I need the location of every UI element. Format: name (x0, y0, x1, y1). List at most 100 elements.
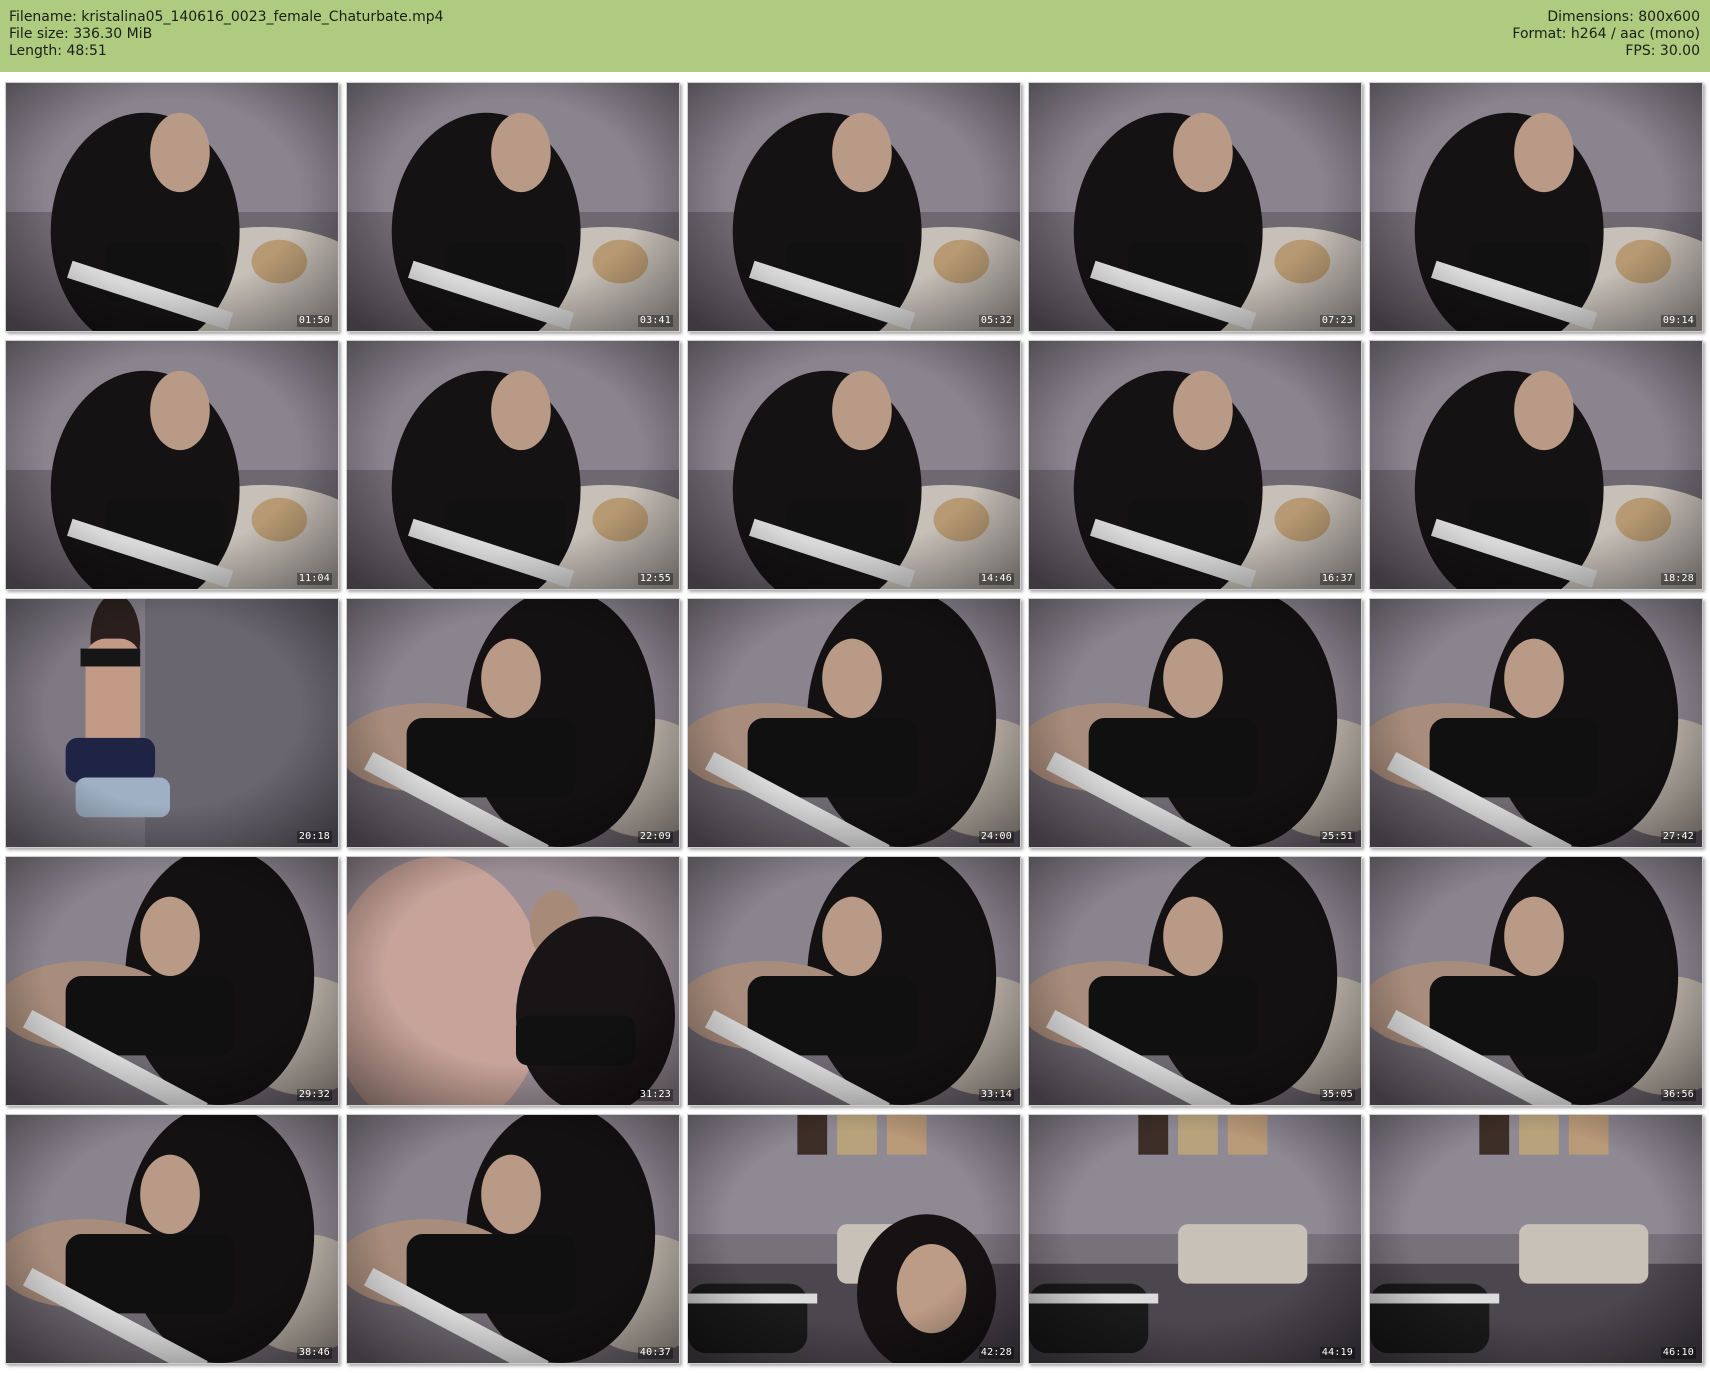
frame-art (1029, 1115, 1361, 1363)
timestamp-label: 16:37 (1319, 573, 1355, 585)
video-thumbnail: 22:09 (346, 598, 680, 848)
timestamp-label: 07:23 (1319, 315, 1355, 327)
video-thumbnail: 36:56 (1369, 856, 1703, 1106)
frame-art (347, 857, 679, 1105)
video-thumbnail: 35:05 (1028, 856, 1362, 1106)
thumbnail-frame (1370, 857, 1702, 1105)
frame-art (6, 1115, 338, 1363)
thumbnail-frame (688, 599, 1020, 847)
frame-art (6, 599, 338, 847)
thumbnail-frame (1370, 599, 1702, 847)
frame-art (1370, 83, 1702, 331)
timestamp-label: 22:09 (637, 831, 673, 843)
video-thumbnail: 24:00 (687, 598, 1021, 848)
video-thumbnail: 14:46 (687, 340, 1021, 590)
video-thumbnail: 18:28 (1369, 340, 1703, 590)
filename-text: Filename: kristalina05_140616_0023_femal… (9, 9, 444, 25)
video-thumbnail: 07:23 (1028, 82, 1362, 332)
thumbnail-frame (1029, 857, 1361, 1105)
timestamp-label: 03:41 (637, 315, 673, 327)
frame-art (1029, 341, 1361, 589)
length-text: Length: 48:51 (9, 43, 107, 59)
thumbnail-frame (347, 1115, 679, 1363)
timestamp-label: 42:28 (978, 1347, 1014, 1359)
frame-art (6, 341, 338, 589)
video-thumbnail: 40:37 (346, 1114, 680, 1364)
timestamp-label: 05:32 (978, 315, 1014, 327)
video-thumbnail: 16:37 (1028, 340, 1362, 590)
frame-art (1370, 341, 1702, 589)
timestamp-label: 44:19 (1319, 1347, 1355, 1359)
thumbnail-frame (347, 341, 679, 589)
thumbnail-frame (688, 83, 1020, 331)
video-thumbnail: 11:04 (5, 340, 339, 590)
file-info-left: Filename: kristalina05_140616_0023_femal… (9, 9, 444, 60)
timestamp-label: 31:23 (637, 1089, 673, 1101)
frame-art (6, 857, 338, 1105)
video-thumbnail: 01:50 (5, 82, 339, 332)
timestamp-label: 46:10 (1660, 1347, 1696, 1359)
frame-art (6, 83, 338, 331)
frame-art (347, 341, 679, 589)
video-thumbnail: 12:55 (346, 340, 680, 590)
timestamp-label: 18:28 (1660, 573, 1696, 585)
info-header: Filename: kristalina05_140616_0023_femal… (0, 0, 1710, 72)
thumbnail-frame (688, 1115, 1020, 1363)
thumbnail-frame (347, 599, 679, 847)
frame-art (688, 83, 1020, 331)
timestamp-label: 38:46 (296, 1347, 332, 1359)
frame-art (347, 83, 679, 331)
timestamp-label: 33:14 (978, 1089, 1014, 1101)
video-thumbnail: 29:32 (5, 856, 339, 1106)
video-thumbnail: 33:14 (687, 856, 1021, 1106)
video-thumbnail: 05:32 (687, 82, 1021, 332)
thumbnail-grid: 01:50 03:41 05:32 07:23 09:14 11:04 12:55 14:46… (5, 82, 1710, 1364)
video-thumbnail: 20:18 (5, 598, 339, 848)
timestamp-label: 01:50 (296, 315, 332, 327)
frame-art (688, 341, 1020, 589)
video-thumbnail: 46:10 (1369, 1114, 1703, 1364)
thumbnail-frame (1370, 83, 1702, 331)
timestamp-label: 29:32 (296, 1089, 332, 1101)
thumbnail-frame (1370, 1115, 1702, 1363)
thumbnail-frame (6, 341, 338, 589)
thumbnail-frame (347, 857, 679, 1105)
video-thumbnail: 25:51 (1028, 598, 1362, 848)
frame-art (1029, 83, 1361, 331)
thumbnail-frame (6, 83, 338, 331)
thumbnail-frame (6, 599, 338, 847)
video-thumbnail: 44:19 (1028, 1114, 1362, 1364)
video-thumbnail: 31:23 (346, 856, 680, 1106)
thumbnail-frame (1370, 341, 1702, 589)
timestamp-label: 27:42 (1660, 831, 1696, 843)
file-info-right: Dimensions: 800x600 Format: h264 / aac (… (1512, 9, 1700, 60)
timestamp-label: 25:51 (1319, 831, 1355, 843)
thumbnail-frame (6, 857, 338, 1105)
thumbnail-frame (6, 1115, 338, 1363)
filesize-text: File size: 336.30 MiB (9, 26, 153, 42)
thumbnail-frame (347, 83, 679, 331)
video-thumbnail: 03:41 (346, 82, 680, 332)
video-thumbnail: 27:42 (1369, 598, 1703, 848)
timestamp-label: 40:37 (637, 1347, 673, 1359)
thumbnail-frame (688, 857, 1020, 1105)
frame-art (1029, 857, 1361, 1105)
timestamp-label: 20:18 (296, 831, 332, 843)
timestamp-label: 12:55 (637, 573, 673, 585)
video-thumbnail: 38:46 (5, 1114, 339, 1364)
frame-art (347, 1115, 679, 1363)
frame-art (1370, 857, 1702, 1105)
thumbnail-frame (1029, 341, 1361, 589)
timestamp-label: 24:00 (978, 831, 1014, 843)
video-thumbnail: 09:14 (1369, 82, 1703, 332)
frame-art (688, 857, 1020, 1105)
frame-art (347, 599, 679, 847)
thumbnail-frame (688, 341, 1020, 589)
frame-art (1370, 599, 1702, 847)
fps-text: FPS: 30.00 (1625, 43, 1700, 59)
frame-art (688, 599, 1020, 847)
thumbnail-frame (1029, 599, 1361, 847)
video-thumbnail: 42:28 (687, 1114, 1021, 1364)
frame-art (1370, 1115, 1702, 1363)
timestamp-label: 14:46 (978, 573, 1014, 585)
